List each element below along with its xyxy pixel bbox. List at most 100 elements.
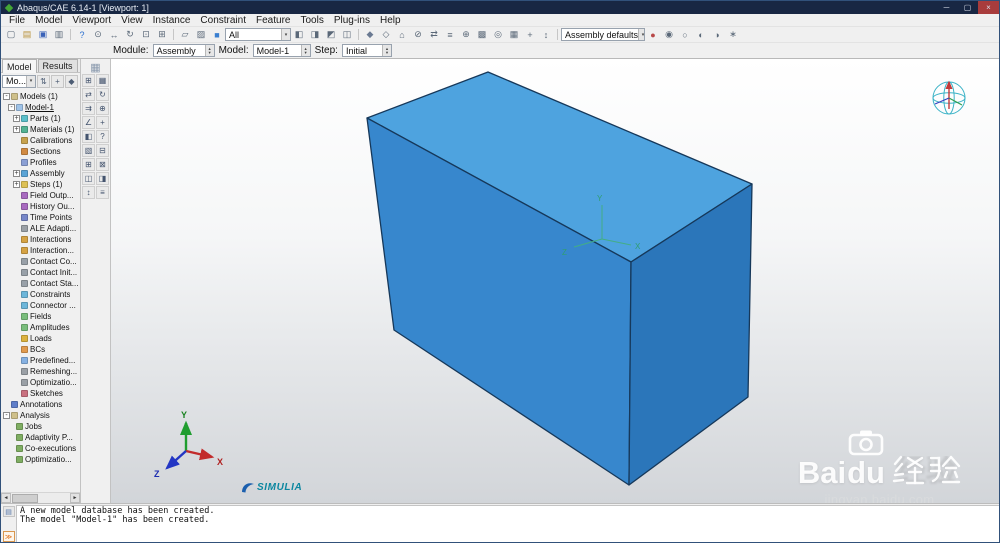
- spinner-down-icon[interactable]: ▾: [208, 50, 210, 55]
- color-code-combo[interactable]: Assembly defaults ▾: [561, 28, 645, 41]
- add-displaygroup-icon[interactable]: ◨: [307, 28, 323, 42]
- tree-item[interactable]: Contact Init...: [1, 267, 80, 278]
- spinner[interactable]: ▴ ▾: [300, 45, 310, 56]
- tree-item[interactable]: Remeshing...: [1, 366, 80, 377]
- datum-display-icon[interactable]: ⊕: [458, 28, 474, 42]
- spinner[interactable]: ▴ ▾: [381, 45, 391, 56]
- menu-item[interactable]: Constraint: [195, 14, 251, 27]
- magnify-icon[interactable]: ⊙: [90, 28, 106, 42]
- create-datum-icon[interactable]: +: [96, 116, 109, 129]
- save-icon[interactable]: ▣: [35, 28, 51, 42]
- rotate-view-icon[interactable]: ↻: [122, 28, 138, 42]
- tree-toggle[interactable]: -: [3, 93, 10, 100]
- close-button[interactable]: ×: [978, 1, 999, 14]
- rotate-instance-icon[interactable]: ↻: [96, 88, 109, 101]
- render-options-icon[interactable]: ∗: [725, 28, 741, 42]
- tree-item[interactable]: Contact Co...: [1, 256, 80, 267]
- background-icon[interactable]: ▦: [506, 28, 522, 42]
- tree-item[interactable]: + Materials (1): [1, 124, 80, 135]
- tree-item[interactable]: Sections: [1, 146, 80, 157]
- tree-item[interactable]: Time Points: [1, 212, 80, 223]
- tree-item[interactable]: Connector ...: [1, 300, 80, 311]
- color-code-dialog-icon[interactable]: ●: [645, 28, 661, 42]
- print-icon[interactable]: ▥: [51, 28, 67, 42]
- tree-item[interactable]: Constraints: [1, 289, 80, 300]
- wireframe-render-icon[interactable]: ▱: [177, 28, 193, 42]
- menu-item[interactable]: Tools: [295, 14, 328, 27]
- model-box[interactable]: [366, 71, 753, 486]
- tree-pin-icon[interactable]: ◆: [65, 74, 78, 88]
- fit-view-icon[interactable]: ⊞: [154, 28, 170, 42]
- scroll-left-icon[interactable]: ◄: [1, 493, 11, 503]
- translate-to-icon[interactable]: ⇉: [82, 102, 95, 115]
- scrollbar-thumb[interactable]: [12, 493, 38, 503]
- spinner[interactable]: ▴ ▾: [204, 45, 214, 56]
- feature-resume-icon[interactable]: ⊞: [82, 158, 95, 171]
- scroll-right-icon[interactable]: ►: [70, 493, 80, 503]
- tree-item[interactable]: Co-executions: [1, 443, 80, 454]
- kernel-cli-tab-icon[interactable]: ≫: [2, 531, 15, 542]
- query-info-icon[interactable]: ?: [74, 28, 90, 42]
- pan-view-icon[interactable]: ↔: [106, 28, 122, 42]
- merge-cut-icon[interactable]: ⊕: [96, 102, 109, 115]
- tree-item[interactable]: Amplitudes: [1, 322, 80, 333]
- view-cut-icon[interactable]: ⊘: [410, 28, 426, 42]
- perspective-on-icon[interactable]: ◆: [362, 28, 378, 42]
- tree-item[interactable]: Interactions: [1, 234, 80, 245]
- tree-toggle[interactable]: +: [13, 170, 20, 177]
- tree-horizontal-scrollbar[interactable]: ◄ ►: [1, 492, 80, 503]
- shade-options-icon[interactable]: ◑: [709, 28, 725, 42]
- tree-item[interactable]: - Models (1): [1, 91, 80, 102]
- create-constraint-icon[interactable]: ∠: [82, 116, 95, 129]
- menu-item[interactable]: Plug-ins: [329, 14, 375, 27]
- tree-item[interactable]: - Model-1: [1, 102, 80, 113]
- dropdown-arrow-icon[interactable]: ▾: [638, 29, 644, 40]
- hiddenline-render-icon[interactable]: ▨: [193, 28, 209, 42]
- dropdown-arrow-icon[interactable]: ▾: [26, 75, 35, 87]
- tree-item[interactable]: Fields: [1, 311, 80, 322]
- tree-item[interactable]: Loads: [1, 333, 80, 344]
- tree-item[interactable]: Annotations: [1, 399, 80, 410]
- hide-objects-icon[interactable]: ○: [677, 28, 693, 42]
- tree-item[interactable]: + Parts (1): [1, 113, 80, 124]
- tree-item[interactable]: Calibrations: [1, 135, 80, 146]
- translate-instance-icon[interactable]: ⇄: [82, 88, 95, 101]
- tree-toggle[interactable]: -: [8, 104, 15, 111]
- model-display-icon[interactable]: ◫: [82, 172, 95, 185]
- lighting-icon[interactable]: ◎: [490, 28, 506, 42]
- toolset-options-icon[interactable]: ≡: [96, 186, 109, 199]
- tree-item[interactable]: BCs: [1, 344, 80, 355]
- feature-edit-icon[interactable]: ▧: [82, 144, 95, 157]
- tree-item[interactable]: History Ou...: [1, 201, 80, 212]
- contrast-icon[interactable]: ◐: [693, 28, 709, 42]
- menu-item[interactable]: View: [116, 14, 148, 27]
- displaygroup-combo[interactable]: All ▾: [225, 28, 291, 41]
- tree-item[interactable]: ALE Adapti...: [1, 223, 80, 234]
- snap-icon[interactable]: +: [522, 28, 538, 42]
- step-combo[interactable]: Initial ▴ ▾: [341, 44, 392, 57]
- menu-item[interactable]: Help: [375, 14, 406, 27]
- menu-item[interactable]: Instance: [148, 14, 196, 27]
- tree-item[interactable]: Contact Sta...: [1, 278, 80, 289]
- menu-item[interactable]: File: [4, 14, 30, 27]
- feature-delete-icon[interactable]: ⊠: [96, 158, 109, 171]
- tree-toggle[interactable]: -: [3, 412, 10, 419]
- model-combo[interactable]: Model-1 ▴ ▾: [252, 44, 311, 57]
- module-combo[interactable]: Assembly ▴ ▾: [152, 44, 215, 57]
- tree-tab[interactable]: Results: [37, 59, 78, 72]
- replace-displaygroup-icon[interactable]: ◧: [291, 28, 307, 42]
- tree-toggle[interactable]: +: [13, 181, 20, 188]
- toolbox-handle-icon[interactable]: ▦: [88, 60, 104, 74]
- menu-item[interactable]: Viewport: [67, 14, 116, 27]
- tree-item[interactable]: Profiles: [1, 157, 80, 168]
- tree-item[interactable]: Sketches: [1, 388, 80, 399]
- tree-item[interactable]: Optimizatio...: [1, 377, 80, 388]
- message-area-tab-icon[interactable]: ▤: [2, 506, 15, 517]
- section-view-icon[interactable]: ◨: [96, 172, 109, 185]
- spinner-down-icon[interactable]: ▾: [386, 50, 388, 55]
- view-compass[interactable]: [932, 80, 966, 115]
- superimpose-icon[interactable]: ▩: [474, 28, 490, 42]
- perspective-off-icon[interactable]: ◇: [378, 28, 394, 42]
- zoom-box-icon[interactable]: ⊡: [138, 28, 154, 42]
- tree-item[interactable]: + Assembly: [1, 168, 80, 179]
